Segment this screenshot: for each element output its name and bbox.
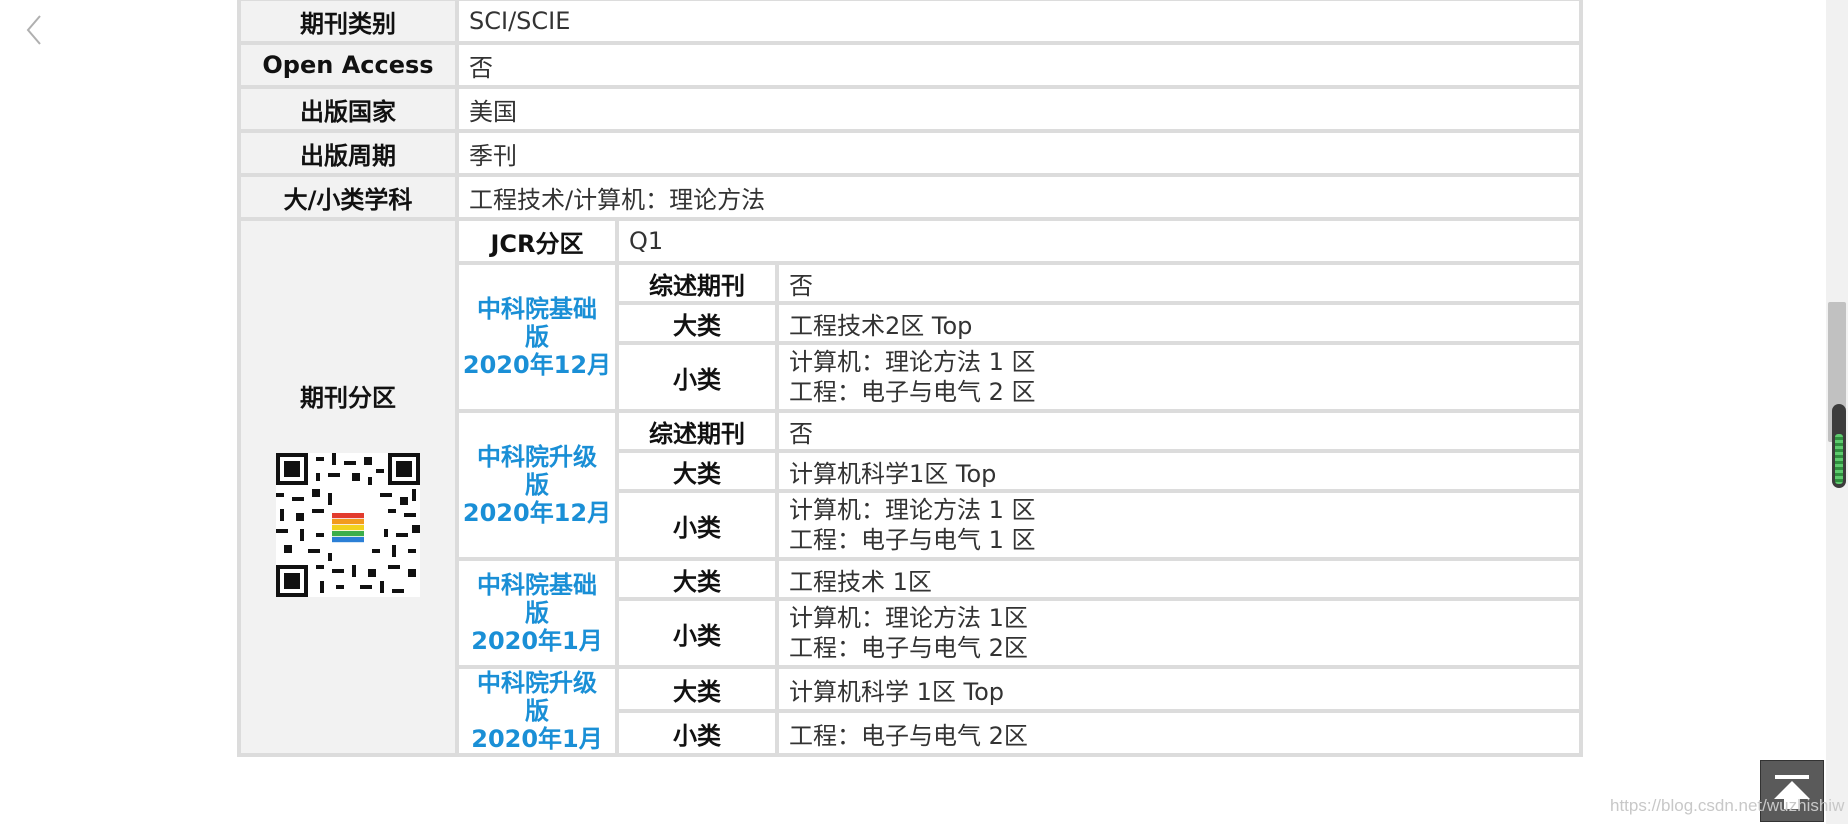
info-row: 大/小类学科 工程技术/计算机：理论方法: [241, 177, 1579, 217]
minor-label: 小类: [619, 493, 775, 557]
row-label: 期刊类别: [241, 1, 455, 41]
minor-line: 计算机：理论方法 1区: [789, 604, 1028, 632]
minor-line: 计算机：理论方法 1 区: [789, 496, 1036, 524]
review-value: 否: [779, 413, 1579, 449]
minor-label: 小类: [619, 713, 775, 753]
major-label: 大类: [619, 669, 775, 709]
row-label: Open Access: [241, 45, 455, 85]
watermark: https://blog.csdn.net/wuzhishiw: [1610, 796, 1845, 815]
version-line: 版: [525, 471, 549, 499]
row-label: 大/小类学科: [241, 177, 455, 217]
review-label: 综述期刊: [619, 265, 775, 301]
jcr-label: JCR分区: [459, 221, 615, 261]
scroll-handle-grip: [1835, 434, 1843, 484]
major-value: 计算机科学1区 Top: [779, 453, 1579, 489]
version-line: 版: [525, 697, 549, 725]
partition-cell: 期刊分区: [241, 221, 455, 753]
minor-line: 计算机：理论方法 1 区: [789, 348, 1036, 376]
minor-value: 计算机：理论方法 1区 工程：电子与电气 2区: [779, 601, 1579, 665]
row-value: SCI/SCIE: [459, 1, 1579, 41]
major-value: 计算机科学 1区 Top: [779, 669, 1579, 709]
info-row: 期刊类别 SCI/SCIE: [241, 1, 1579, 41]
major-label: 大类: [619, 561, 775, 597]
minor-line: 工程：电子与电气 2区: [789, 634, 1028, 662]
info-row: 出版周期 季刊: [241, 133, 1579, 173]
info-row: Open Access 否: [241, 45, 1579, 85]
version-line: 中科院基础: [477, 295, 597, 323]
major-value: 工程技术 1区: [779, 561, 1579, 597]
journal-info-table: 期刊类别 SCI/SCIE Open Access 否 出版国家 美国 出版周期…: [237, 0, 1583, 757]
qr-code-icon: [276, 452, 420, 597]
info-row: 出版国家 美国: [241, 89, 1579, 129]
jcr-value: Q1: [619, 221, 1579, 261]
version-line: 版: [525, 599, 549, 627]
version-line: 中科院基础: [477, 571, 597, 599]
minor-label: 小类: [619, 345, 775, 409]
major-label: 大类: [619, 453, 775, 489]
minor-line: 工程：电子与电气 2 区: [789, 378, 1036, 406]
cas-version-link[interactable]: 中科院升级 版 2020年12月: [459, 413, 615, 557]
minor-line: 工程：电子与电气 1 区: [789, 526, 1036, 554]
major-label: 大类: [619, 305, 775, 341]
minor-value: 计算机：理论方法 1 区 工程：电子与电气 1 区: [779, 493, 1579, 557]
version-line: 2020年1月: [471, 725, 603, 753]
row-label: 出版周期: [241, 133, 455, 173]
row-label: 出版国家: [241, 89, 455, 129]
minor-value: 计算机：理论方法 1 区 工程：电子与电气 2 区: [779, 345, 1579, 409]
cas-version-link[interactable]: 中科院升级 版 2020年1月: [459, 669, 615, 753]
review-label: 综述期刊: [619, 413, 775, 449]
version-line: 2020年1月: [471, 627, 603, 655]
version-line: 中科院升级: [477, 443, 597, 471]
version-line: 2020年12月: [462, 351, 612, 379]
minor-label: 小类: [619, 601, 775, 665]
minor-value: 工程：电子与电气 2区: [779, 713, 1579, 753]
version-line: 版: [525, 323, 549, 351]
chevron-left-icon[interactable]: [20, 10, 50, 50]
row-value: 工程技术/计算机：理论方法: [459, 177, 1579, 217]
review-value: 否: [779, 265, 1579, 301]
row-value: 否: [459, 45, 1579, 85]
version-line: 2020年12月: [462, 499, 612, 527]
version-line: 中科院升级: [477, 669, 597, 697]
major-value: 工程技术2区 Top: [779, 305, 1579, 341]
row-value: 季刊: [459, 133, 1579, 173]
partition-label: 期刊分区: [300, 383, 396, 412]
cas-version-link[interactable]: 中科院基础 版 2020年1月: [459, 561, 615, 665]
row-value: 美国: [459, 89, 1579, 129]
cas-version-link[interactable]: 中科院基础 版 2020年12月: [459, 265, 615, 409]
side-scroll-handle[interactable]: [1832, 404, 1846, 488]
